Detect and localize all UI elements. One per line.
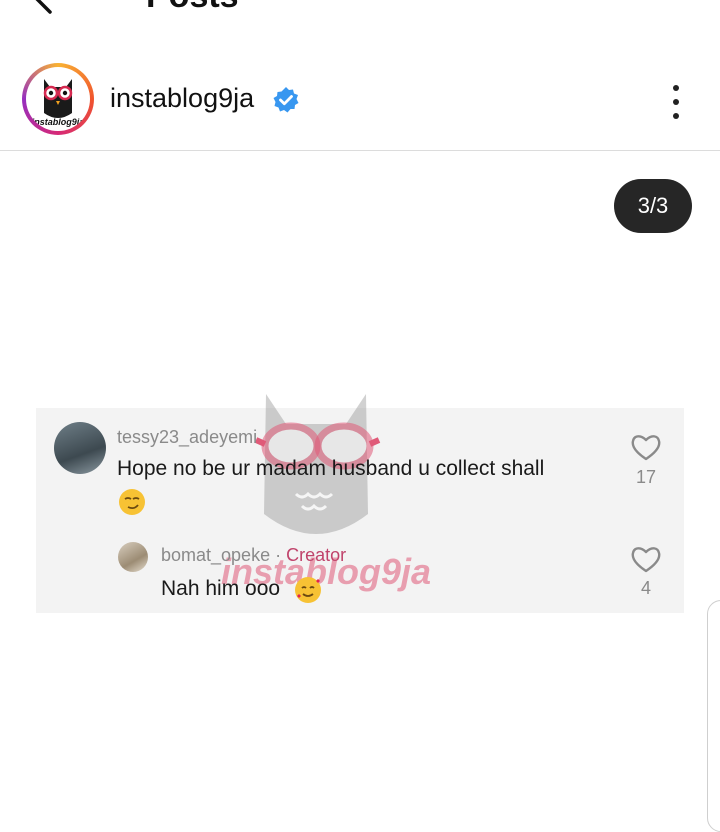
top-bar: Posts bbox=[0, 0, 720, 40]
more-vertical-icon bbox=[673, 85, 679, 119]
page-title: Posts bbox=[146, 0, 239, 14]
reply-username-text: bomat_opeke bbox=[161, 545, 271, 565]
post-header: instablog9ja instablog9ja bbox=[0, 58, 720, 151]
avatar-logo-text: instablog9ja bbox=[32, 117, 85, 127]
like-count: 17 bbox=[635, 467, 657, 487]
owl-logo-icon: instablog9ja bbox=[32, 79, 85, 127]
comment-text: Hope no be ur madam husband u collect sh… bbox=[117, 457, 545, 480]
side-panel-edge bbox=[707, 600, 720, 832]
verified-badge-icon bbox=[273, 87, 299, 113]
profile-avatar[interactable]: instablog9ja bbox=[22, 63, 94, 135]
smirk-emoji-icon bbox=[119, 489, 145, 515]
comment-screenshot: instablog9ja tessy23_adeyemi Hope no be … bbox=[36, 394, 684, 613]
reply-username: bomat_opeke · Creator bbox=[161, 544, 346, 566]
reply-text: Nah him ooo bbox=[161, 577, 281, 600]
username-separator: · bbox=[275, 545, 282, 565]
like-count: 4 bbox=[640, 578, 651, 598]
profile-username[interactable]: instablog9ja bbox=[110, 82, 254, 114]
more-options-button[interactable] bbox=[664, 82, 688, 122]
avatar: instablog9ja bbox=[26, 67, 90, 131]
commenter-avatar bbox=[118, 542, 148, 572]
comment-username: tessy23_adeyemi bbox=[117, 427, 258, 447]
commenter-avatar bbox=[54, 422, 106, 474]
creator-label: Creator bbox=[286, 545, 347, 565]
heart-outline-icon[interactable] bbox=[630, 432, 662, 462]
carousel-counter: 3/3 bbox=[614, 179, 692, 233]
arrow-left-icon bbox=[35, 0, 52, 14]
smiling-face-with-hearts-emoji-icon bbox=[295, 577, 321, 603]
heart-outline-icon[interactable] bbox=[630, 544, 662, 574]
back-button[interactable] bbox=[26, 0, 66, 18]
